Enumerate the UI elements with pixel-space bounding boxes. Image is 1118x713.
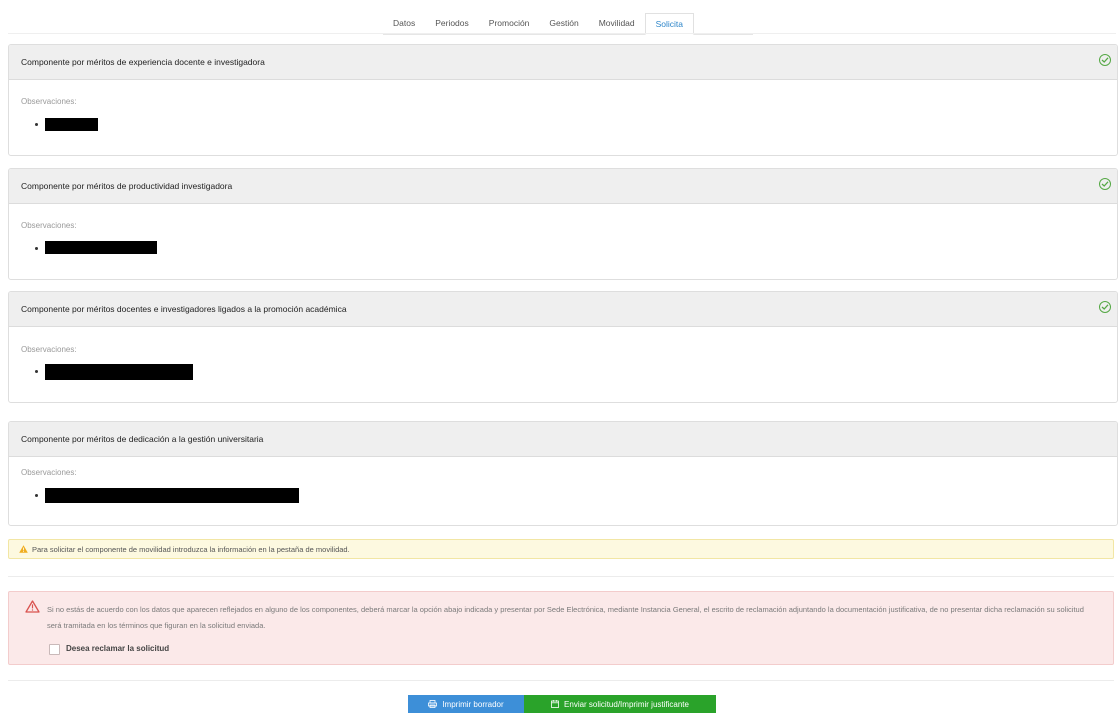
divider [8, 576, 1114, 577]
panel-title: Componente por méritos docentes e invest… [21, 304, 347, 314]
tab-datos[interactable]: Datos [383, 13, 425, 34]
warning-text: Para solicitar el componente de movilida… [32, 545, 350, 554]
tab-periodos[interactable]: Periodos [425, 13, 479, 34]
tab-gestion[interactable]: Gestión [539, 13, 588, 34]
bullet [35, 370, 38, 373]
reclamar-checkbox[interactable] [49, 644, 60, 655]
observaciones-label: Observaciones: [21, 97, 77, 106]
panel-header: Componente por méritos de dedicación a l… [9, 422, 1117, 457]
panel-header: Componente por méritos docentes e invest… [9, 292, 1117, 327]
panel-title: Componente por méritos de experiencia do… [21, 57, 265, 67]
send-request-button[interactable]: Enviar solicitud/Imprimir justificante [524, 695, 716, 713]
panel-title: Componente por méritos de productividad … [21, 181, 233, 191]
panel-header: Componente por méritos de experiencia do… [9, 45, 1117, 80]
check-circle-icon [1099, 301, 1111, 313]
panel-gestion-universitaria: Componente por méritos de dedicación a l… [8, 421, 1118, 526]
send-request-label: Enviar solicitud/Imprimir justificante [564, 699, 689, 709]
alert-triangle-icon [25, 600, 40, 615]
check-circle-icon [1099, 178, 1111, 190]
redacted-text [45, 241, 157, 254]
tab-divider [8, 33, 1116, 34]
tab-promocion[interactable]: Promoción [479, 13, 540, 34]
reclamation-alert: Si no estás de acuerdo con los datos que… [8, 591, 1114, 665]
panel-experiencia-docente: Componente por méritos de experiencia do… [8, 44, 1118, 156]
divider [8, 680, 1114, 681]
print-draft-label: Imprimir borrador [442, 699, 504, 709]
panel-header: Componente por méritos de productividad … [9, 169, 1117, 204]
redacted-text [45, 488, 299, 503]
redacted-text [45, 364, 193, 380]
alert-text: Si no estás de acuerdo con los datos que… [47, 605, 1084, 630]
tab-bar: Datos Periodos Promoción Gestión Movilid… [383, 13, 753, 35]
reclamar-checkbox-label[interactable]: Desea reclamar la solicitud [66, 644, 169, 653]
panel-title: Componente por méritos de dedicación a l… [21, 434, 264, 444]
tab-movilidad[interactable]: Movilidad [589, 13, 645, 34]
printer-icon [428, 700, 438, 708]
observaciones-label: Observaciones: [21, 468, 77, 477]
bullet [35, 123, 38, 126]
tab-solicita[interactable]: Solicita [644, 13, 695, 35]
panel-productividad: Componente por méritos de productividad … [8, 168, 1118, 280]
bullet [35, 494, 38, 497]
print-draft-button[interactable]: Imprimir borrador [408, 695, 524, 713]
observaciones-label: Observaciones: [21, 221, 77, 230]
panel-promocion-academica: Componente por méritos docentes e invest… [8, 291, 1118, 403]
observaciones-label: Observaciones: [21, 345, 77, 354]
movilidad-warning: Para solicitar el componente de movilida… [8, 539, 1114, 559]
calendar-icon [551, 700, 559, 708]
check-circle-icon [1099, 54, 1111, 66]
warning-icon [19, 545, 28, 555]
bullet [35, 247, 38, 250]
redacted-text [45, 118, 98, 131]
